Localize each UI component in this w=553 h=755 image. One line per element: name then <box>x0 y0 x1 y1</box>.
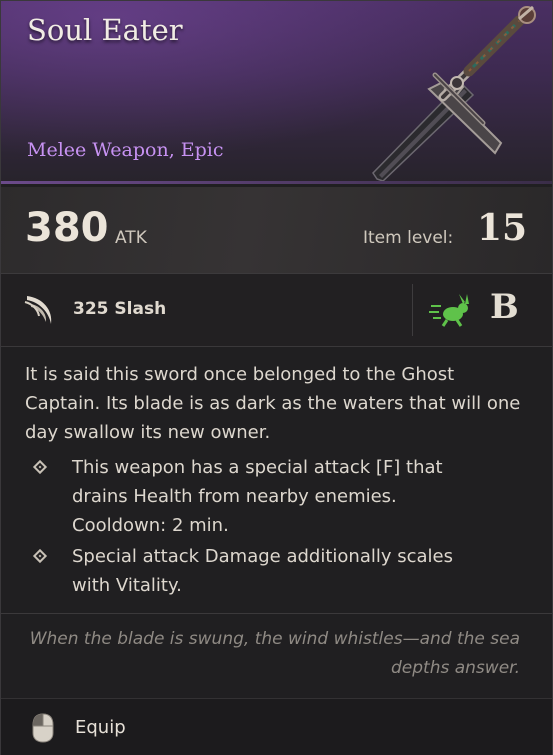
diamond-bullet-icon <box>32 459 48 475</box>
item-level-label: Item level: <box>363 228 454 248</box>
slash-icon <box>24 296 52 324</box>
effect-text: Special attack Damage additionally scale… <box>72 542 472 600</box>
speed-grade: B <box>490 287 519 327</box>
attack-label: ATK <box>115 228 147 248</box>
stats-row: 380 ATK Item level: 15 <box>1 187 552 274</box>
action-footer: Equip <box>1 698 552 755</box>
divider <box>412 284 413 336</box>
flavor-line: depths answer. <box>391 658 520 678</box>
damage-row: 325 Slash B <box>1 274 552 347</box>
effect-line: with Vitality. <box>72 575 182 596</box>
diamond-bullet-icon <box>32 548 48 564</box>
effect-text: This weapon has a special attack [F] tha… <box>72 453 472 540</box>
item-description: It is said this sword once belonged to t… <box>25 364 521 443</box>
flavor-line: When the blade is swung, the wind whistl… <box>29 629 520 649</box>
item-level-value: 15 <box>477 207 528 249</box>
effect-line: Special attack Damage additionally scale… <box>72 546 453 567</box>
sword-icon <box>372 5 536 181</box>
item-tooltip: Soul Eater Melee Weapon, Epic 380 ATK It… <box>0 0 553 755</box>
damage-text: 325 Slash <box>73 299 167 319</box>
equip-button[interactable]: Equip <box>75 717 126 738</box>
divider <box>1 613 552 614</box>
item-type: Melee Weapon, Epic <box>27 139 224 161</box>
effect-line: Cooldown: 2 min. <box>72 515 229 536</box>
flavor-text: When the blade is swung, the wind whistl… <box>20 625 520 683</box>
effect-line: drains Health from nearby enemies. <box>72 486 397 507</box>
effect-line: This weapon has a special attack [F] tha… <box>72 457 443 478</box>
item-header: Soul Eater Melee Weapon, Epic <box>1 1 552 184</box>
item-name: Soul Eater <box>27 13 183 47</box>
attack-value: 380 <box>25 205 109 251</box>
rabbit-icon <box>429 294 469 327</box>
mouse-icon <box>32 713 54 743</box>
